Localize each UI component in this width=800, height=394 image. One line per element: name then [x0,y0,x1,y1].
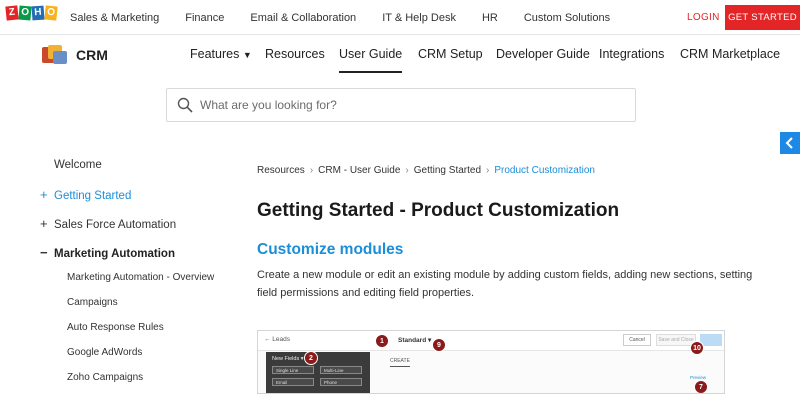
breadcrumb-current: Product Customization [494,165,595,176]
sidebar-subitem-google-adwords[interactable]: Google AdWords [67,347,142,358]
minus-icon: − [40,245,48,260]
breadcrumb-getting-started[interactable]: Getting Started [414,165,481,176]
get-started-button[interactable]: GET STARTED [725,5,800,30]
nav-developer-guide[interactable]: Developer Guide [496,47,590,61]
figure-toolbar: ← Leads Standard ▾ Cancel Save and Close [258,331,724,351]
figure-new-fields-title: New Fields ▾ [272,356,304,362]
nav-features-label: Features [190,47,240,61]
figure-cancel-button: Cancel [623,334,651,346]
nav-resources[interactable]: Resources [265,47,325,61]
side-panel-toggle[interactable] [780,132,800,154]
sidebar-item-welcome[interactable]: Welcome [54,159,102,171]
figure-preview-link: Preview [690,375,707,380]
topnav-finance[interactable]: Finance [185,12,224,24]
topnav-email-collaboration[interactable]: Email & Collaboration [250,12,356,24]
zoho-logo[interactable]: Z O H O [5,5,58,29]
breadcrumb: Resources › CRM - User Guide › Getting Start… [257,165,595,176]
figure-field-chip: Email [272,378,314,386]
sidebar-item-getting-started[interactable]: + Getting Started [40,187,131,202]
search-input[interactable] [200,95,620,115]
topnav-hr[interactable]: HR [482,12,498,24]
sidebar-subitem-marketing-automation-overview[interactable]: Marketing Automation - Overview [67,272,214,283]
logo-letter: O [18,5,32,21]
sidebar-subitem-zoho-campaigns[interactable]: Zoho Campaigns [67,372,143,383]
logo-letter: Z [5,5,19,21]
figure-field-chip: Multi-Line [320,366,362,374]
breadcrumb-resources[interactable]: Resources [257,165,305,176]
figure-layout-select: Standard ▾ [398,337,432,344]
callout-badge: 7 [694,380,708,393]
product-name[interactable]: CRM [76,47,108,63]
chevron-right-icon: › [309,165,314,176]
product-header: CRM Features ▼ Resources User Guide CRM … [0,36,800,74]
nav-crm-marketplace[interactable]: CRM Marketplace [680,47,780,61]
sidebar-item-label: Getting Started [54,190,132,202]
callout-badge: 10 [690,341,704,355]
logo-letter: H [31,5,45,21]
caret-down-icon: ▼ [242,50,252,60]
chevron-right-icon: › [486,165,490,176]
crm-logo-icon[interactable] [42,45,68,65]
chevron-right-icon: › [405,165,409,176]
topnav-sales-marketing[interactable]: Sales & Marketing [70,12,159,24]
search-icon [177,97,193,113]
nav-features[interactable]: Features ▼ [190,47,252,61]
section-description: Create a new module or edit an existing … [257,269,753,299]
top-bar: Z O H O Sales & Marketing Finance Email … [0,0,800,35]
plus-icon: + [40,216,48,231]
sidebar-subitem-campaigns[interactable]: Campaigns [67,297,118,308]
figure-back-link: ← Leads [264,336,291,343]
nav-crm-setup[interactable]: CRM Setup [418,47,483,61]
sidebar-item-sales-force-automation[interactable]: + Sales Force Automation [40,216,176,231]
section-title: Customize modules [257,241,404,258]
sidebar-item-label: Welcome [54,159,102,171]
breadcrumb-crm-user-guide[interactable]: CRM - User Guide [318,165,400,176]
figure-create-tab: CREATE [390,358,410,367]
topnav-it-help-desk[interactable]: IT & Help Desk [382,12,456,24]
page-title: Getting Started - Product Customization [257,200,620,221]
chevron-left-icon [785,137,793,149]
plus-icon: + [40,187,48,202]
figure-new-fields-panel: New Fields ▾ Single Line Multi-Line Emai… [266,352,370,393]
sidebar-item-label: Sales Force Automation [54,219,177,231]
sidebar-item-label: Marketing Automation [54,248,175,260]
customization-screenshot: ← Leads Standard ▾ Cancel Save and Close… [257,330,725,394]
topnav-custom-solutions[interactable]: Custom Solutions [524,12,610,24]
callout-badge: 1 [375,334,389,348]
nav-user-guide[interactable]: User Guide [339,47,403,73]
logo-letter: O [44,5,58,21]
top-nav: Sales & Marketing Finance Email & Collab… [70,0,636,35]
nav-integrations[interactable]: Integrations [599,47,664,61]
login-link[interactable]: LOGIN [687,12,720,23]
sidebar-item-marketing-automation[interactable]: − Marketing Automation [40,245,175,260]
sidebar-subitem-auto-response-rules[interactable]: Auto Response Rules [67,322,164,333]
search-box[interactable] [166,88,636,122]
callout-badge: 9 [432,338,446,352]
figure-field-chip: Single Line [272,366,314,374]
callout-badge: 2 [304,351,318,365]
figure-field-chip: Phone [320,378,362,386]
